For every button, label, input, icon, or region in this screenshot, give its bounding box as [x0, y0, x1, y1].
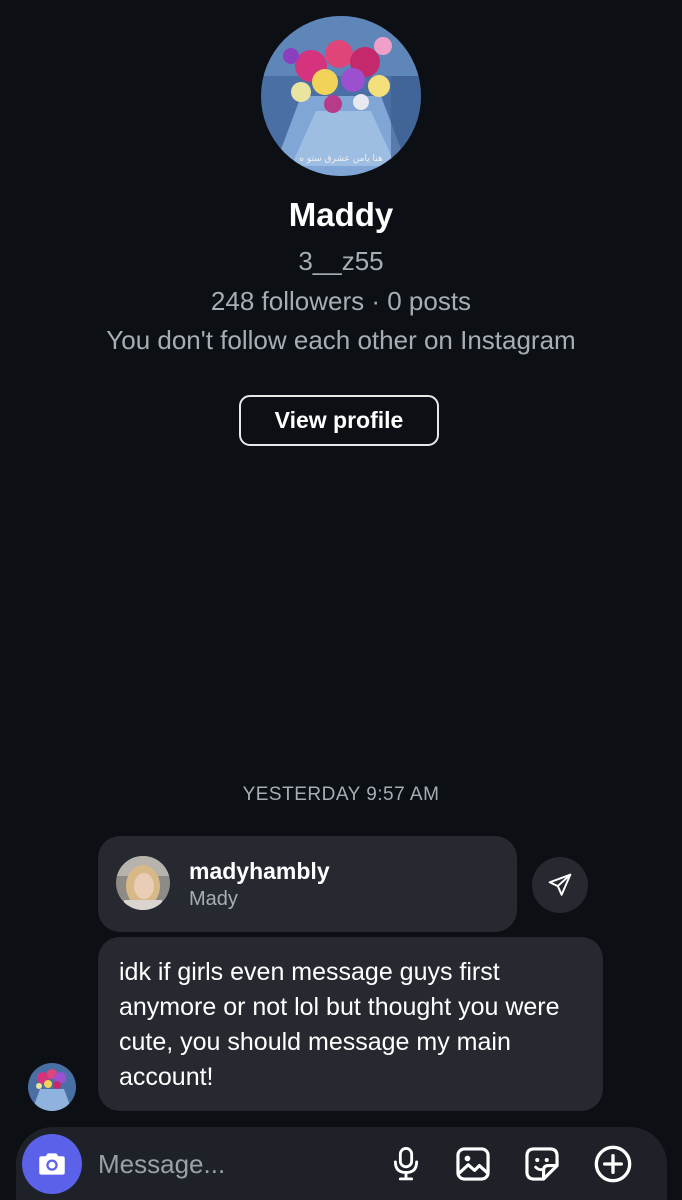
image-icon [456, 1147, 490, 1181]
message-input[interactable] [98, 1143, 368, 1185]
microphone-icon [393, 1147, 419, 1181]
shared-profile-avatar [116, 856, 170, 910]
shared-profile-card[interactable]: madyhambly Mady [98, 836, 517, 932]
share-button[interactable] [532, 857, 588, 913]
camera-icon [39, 1153, 65, 1175]
follow-status-note: You don't follow each other on Instagram [106, 325, 576, 355]
shared-profile-username: madyhambly [189, 858, 330, 884]
profile-display-name: Maddy [288, 196, 394, 233]
gallery-button[interactable] [452, 1142, 494, 1186]
shared-profile-name: Mady [189, 888, 238, 910]
microphone-button[interactable] [385, 1142, 427, 1186]
sticker-icon [525, 1147, 559, 1181]
sticker-button[interactable] [521, 1142, 563, 1186]
camera-button[interactable] [22, 1134, 82, 1194]
profile-avatar[interactable]: هنا يامن عشرق ستو ه [261, 16, 421, 176]
paper-plane-icon [548, 873, 572, 896]
view-profile-button[interactable]: View profile [239, 395, 439, 446]
avatar-caption: هنا يامن عشرق ستو ه [299, 154, 383, 164]
more-options-button[interactable] [592, 1142, 634, 1186]
flower-bouquet-image [28, 1063, 76, 1111]
woman-selfie-image [116, 856, 170, 910]
flower-bouquet-image [261, 16, 421, 176]
profile-username: 3__z55 [298, 246, 384, 276]
profile-stats: 248 followers · 0 posts [210, 286, 472, 316]
sender-avatar[interactable] [28, 1063, 76, 1111]
message-timestamp: YESTERDAY 9:57 AM [242, 784, 440, 805]
message-bubble[interactable]: idk if girls even message guys first any… [98, 937, 603, 1111]
plus-circle-icon [594, 1145, 632, 1183]
